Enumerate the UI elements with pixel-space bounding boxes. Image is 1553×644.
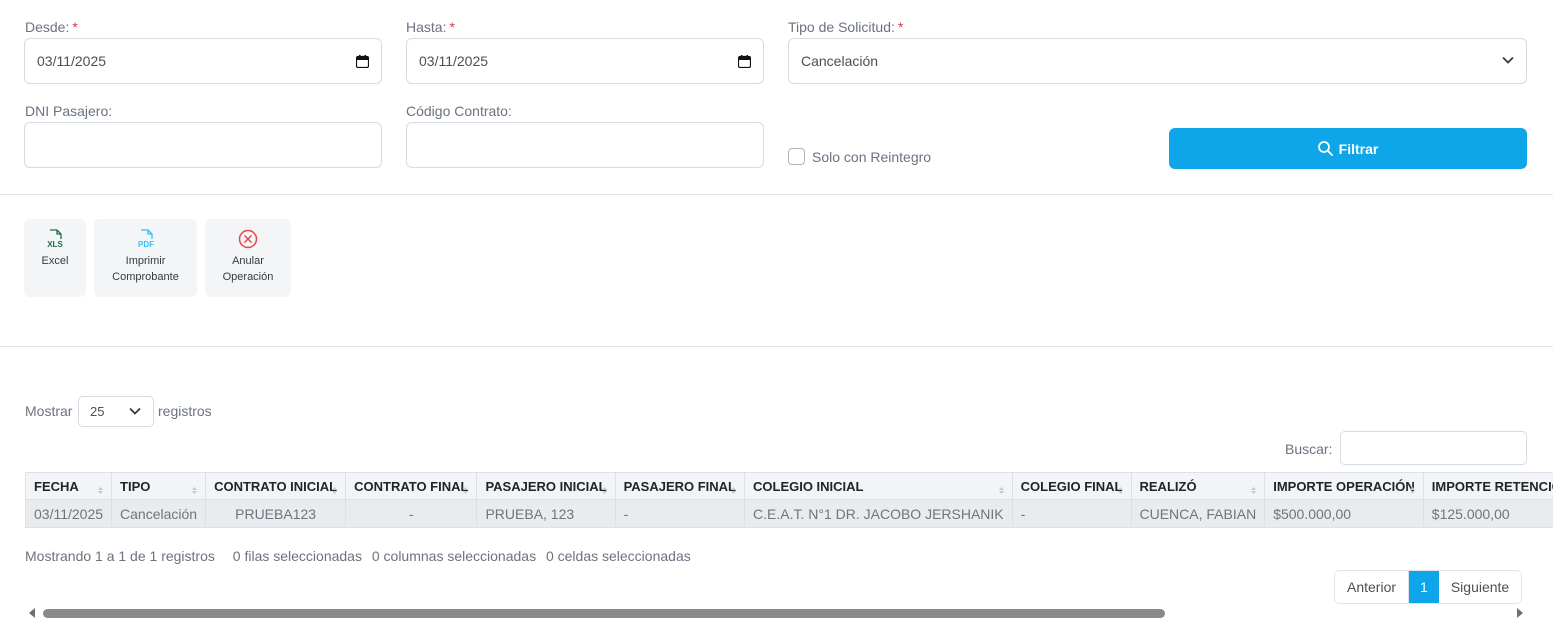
- showing-info: Mostrando 1 a 1 de 1 registros: [25, 548, 215, 564]
- table-cell[interactable]: $125.000,00: [1422, 499, 1553, 528]
- next-page-button[interactable]: Siguiente: [1438, 571, 1522, 603]
- cells-selected-info: 0 celdas seleccionadas: [545, 548, 691, 564]
- column-header-contrato-inicial[interactable]: CONTRATO INICIAL: [205, 472, 347, 500]
- table-cell[interactable]: -: [345, 499, 478, 528]
- sort-icon: [463, 487, 469, 494]
- hasta-date-input[interactable]: 03/11/2025: [406, 38, 764, 84]
- pdf-file-icon: PDF: [138, 229, 154, 249]
- filtrar-label: Filtrar: [1338, 140, 1379, 157]
- dni-pasajero-label: DNI Pasajero:: [25, 103, 113, 119]
- column-header-pasajero-final[interactable]: PASAJERO FINAL: [614, 472, 746, 500]
- imprimir-comprobante-button[interactable]: PDF Imprimir Comprobante: [94, 219, 197, 297]
- column-header-colegio-final[interactable]: COLEGIO FINAL: [1011, 472, 1132, 500]
- sort-icon: [1117, 487, 1123, 494]
- cols-selected-info: 0 columnas seleccionadas: [371, 548, 537, 564]
- horizontal-scrollbar[interactable]: [25, 606, 1527, 620]
- table-cell[interactable]: Cancelación: [111, 499, 207, 528]
- rows-selected-info: 0 filas seleccionadas: [232, 548, 362, 564]
- pagination: Anterior 1 Siguiente: [1334, 570, 1523, 604]
- desde-date-input[interactable]: 03/11/2025: [24, 38, 382, 84]
- cancel-circle-icon: [238, 229, 258, 249]
- solo-reintegro-label[interactable]: Solo con Reintegro: [812, 149, 931, 165]
- search-input[interactable]: [1340, 431, 1527, 465]
- sort-icon: [192, 487, 198, 494]
- table-cell[interactable]: CUENCA, FABIAN: [1130, 499, 1266, 528]
- page-length-select[interactable]: 25: [78, 396, 154, 427]
- table-cell[interactable]: -: [1011, 499, 1132, 528]
- table-row[interactable]: 03/11/2025 Cancelación PRUEBA123 - PRUEB…: [24, 499, 1553, 528]
- table-cell[interactable]: C.E.A.T. N°1 DR. JACOBO JERSHANIK: [744, 499, 1013, 528]
- previous-page-button[interactable]: Anterior: [1335, 571, 1410, 603]
- imprimir-label-line2: Comprobante: [112, 271, 179, 283]
- solo-reintegro-checkbox[interactable]: [788, 148, 805, 165]
- excel-button[interactable]: XLS Excel: [24, 219, 86, 297]
- registros-label: registros: [158, 403, 212, 419]
- divider: [0, 346, 1553, 347]
- table-cell[interactable]: PRUEBA123: [205, 499, 347, 528]
- calendar-icon[interactable]: [738, 55, 751, 68]
- table-cell[interactable]: $500.000,00: [1264, 499, 1424, 528]
- excel-label: Excel: [41, 255, 69, 267]
- column-header-fecha[interactable]: FECHA: [24, 472, 113, 500]
- chevron-down-icon: [1502, 56, 1514, 64]
- scroll-right-arrow-icon[interactable]: [1517, 608, 1523, 618]
- desde-label: Desde: *: [25, 19, 78, 35]
- sort-icon: [98, 487, 104, 494]
- tipo-solicitud-label: Tipo de Solicitud: *: [788, 19, 904, 35]
- anular-label-line1: Anular: [232, 255, 264, 267]
- hasta-label: Hasta: *: [406, 19, 455, 35]
- tipo-solicitud-select[interactable]: Cancelación: [788, 38, 1527, 84]
- sort-icon: [1409, 487, 1415, 494]
- tipo-solicitud-value: Cancelación: [801, 53, 879, 69]
- page-1-button[interactable]: 1: [1409, 571, 1439, 603]
- codigo-contrato-input[interactable]: [406, 122, 764, 168]
- column-header-importe-retencion[interactable]: IMPORTE RETENCIÓN: [1422, 472, 1553, 500]
- sort-icon: [998, 487, 1004, 494]
- column-header-importe-operacion[interactable]: IMPORTE OPERACIÓN: [1264, 472, 1424, 500]
- column-header-tipo[interactable]: TIPO: [111, 472, 207, 500]
- sort-icon: [731, 487, 736, 494]
- mostrar-label: Mostrar: [25, 403, 73, 419]
- solo-reintegro-option[interactable]: Solo con Reintegro: [788, 148, 931, 165]
- dni-pasajero-input[interactable]: [24, 122, 382, 168]
- filtrar-button[interactable]: Filtrar: [1169, 128, 1527, 169]
- table-info: Mostrando 1 a 1 de 1 registros 0 filas s…: [25, 548, 702, 564]
- scrollbar-thumb[interactable]: [43, 609, 1165, 618]
- anular-operacion-button[interactable]: Anular Operación: [205, 219, 291, 297]
- codigo-contrato-label: Código Contrato:: [406, 103, 512, 119]
- xls-file-icon: XLS: [47, 229, 63, 249]
- anular-label-line2: Operación: [222, 271, 274, 283]
- scroll-left-arrow-icon[interactable]: [29, 608, 35, 618]
- column-header-colegio-inicial[interactable]: COLEGIO INICIAL: [744, 472, 1013, 500]
- results-table: FECHA TIPO CONTRATO INICIAL CONTRATO FIN…: [24, 472, 1553, 528]
- svg-text:XLS: XLS: [47, 240, 63, 249]
- divider: [0, 194, 1553, 195]
- imprimir-label-line1: Imprimir: [125, 255, 166, 267]
- column-header-pasajero-inicial[interactable]: PASAJERO INICIAL: [476, 472, 616, 500]
- svg-text:PDF: PDF: [138, 240, 154, 249]
- table-header-row: FECHA TIPO CONTRATO INICIAL CONTRATO FIN…: [24, 472, 1553, 500]
- page-length-value: 25: [90, 404, 105, 419]
- column-header-contrato-final[interactable]: CONTRATO FINAL: [345, 472, 478, 500]
- search-icon: [1317, 141, 1333, 156]
- buscar-label: Buscar:: [1285, 441, 1333, 457]
- desde-value: 03/11/2025: [37, 53, 107, 69]
- chevron-down-icon: [129, 407, 141, 415]
- sort-icon: [601, 487, 607, 494]
- table-cell[interactable]: -: [614, 499, 746, 528]
- column-header-realizo[interactable]: REALIZÓ: [1130, 472, 1266, 500]
- hasta-value: 03/11/2025: [419, 53, 489, 69]
- calendar-icon[interactable]: [356, 55, 369, 68]
- table-cell[interactable]: 03/11/2025: [24, 499, 113, 528]
- table-cell[interactable]: PRUEBA, 123: [476, 499, 616, 528]
- sort-icon: [1251, 487, 1257, 494]
- sort-icon: [332, 487, 338, 494]
